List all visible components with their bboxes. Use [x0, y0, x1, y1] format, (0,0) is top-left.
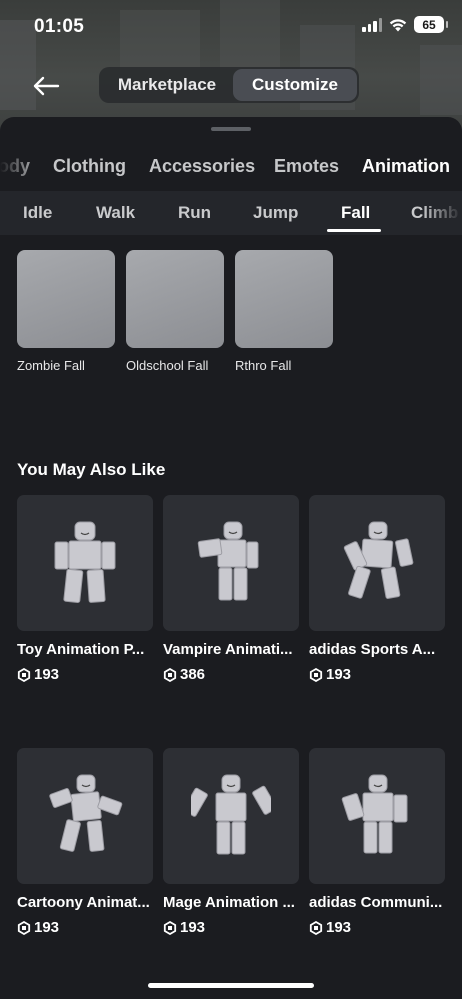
status-bar: 01:05 65 [0, 0, 462, 54]
subtab-run[interactable]: Run [178, 203, 211, 223]
active-subtab-indicator [327, 229, 381, 232]
item-name: adidas Sports A... [309, 641, 436, 658]
tab-customize[interactable]: Customize [233, 69, 357, 101]
item-price: 193 [309, 666, 445, 683]
item-name: adidas Communi... [309, 894, 443, 911]
price-value: 193 [326, 666, 352, 683]
animation-item[interactable]: Zombie Fall [17, 250, 117, 373]
tab-marketplace[interactable]: Marketplace [101, 69, 233, 101]
item-name: Vampire Animati... [163, 641, 293, 658]
status-icons: 65 [362, 16, 448, 33]
subtab-fall[interactable]: Fall [341, 203, 370, 223]
back-arrow-icon [33, 76, 60, 96]
item-price: 193 [17, 919, 153, 936]
price-value: 193 [326, 919, 352, 936]
item-price: 193 [163, 919, 299, 936]
animation-subtabs: Idle Walk Run Jump Fall Climb [0, 191, 462, 235]
tab-accessories[interactable]: Accessories [149, 156, 255, 177]
item-thumbnail [163, 748, 299, 884]
avatar-pose-icon [191, 774, 271, 855]
back-button[interactable] [28, 70, 64, 102]
cellular-signal-icon [362, 17, 382, 32]
home-indicator[interactable] [148, 983, 314, 988]
tab-clothing[interactable]: Clothing [53, 156, 126, 177]
category-tabs: ody Clothing Accessories Emotes Animatio… [0, 143, 462, 191]
item-thumbnail [309, 495, 445, 631]
robux-icon [163, 920, 177, 935]
item-price: 193 [309, 919, 445, 936]
item-thumbnail [163, 495, 299, 631]
price-value: 386 [180, 666, 206, 683]
subtab-idle[interactable]: Idle [23, 203, 52, 223]
recommended-item-card[interactable]: Cartoony Animat... 193 [17, 748, 153, 936]
avatar-pose-icon [197, 521, 259, 601]
battery-icon: 65 [414, 16, 448, 33]
subtab-walk[interactable]: Walk [96, 203, 135, 223]
tab-emotes[interactable]: Emotes [274, 156, 339, 177]
robux-icon [17, 667, 31, 682]
price-value: 193 [34, 919, 60, 936]
item-name: Mage Animation ... [163, 894, 295, 911]
item-thumbnail [309, 748, 445, 884]
animation-thumbnail [126, 250, 224, 348]
recommended-item-card[interactable]: adidas Sports A... 193 [309, 495, 445, 683]
robux-icon [163, 667, 177, 682]
avatar-pose-icon [341, 774, 408, 854]
item-name: Cartoony Animat... [17, 894, 150, 911]
animation-item[interactable]: Rthro Fall [235, 250, 335, 373]
customize-sheet: ody Clothing Accessories Emotes Animatio… [0, 117, 462, 999]
avatar-pose-icon [49, 774, 123, 852]
section-title: You May Also Like [17, 460, 166, 479]
recommended-item-card[interactable]: Vampire Animati... 386 [163, 495, 299, 683]
tab-animation[interactable]: Animation [362, 156, 450, 177]
robux-icon [309, 920, 323, 935]
animation-name: Rthro Fall [235, 358, 292, 373]
wifi-icon [389, 18, 407, 31]
item-thumbnail [17, 495, 153, 631]
avatar-pose-icon [343, 521, 414, 599]
status-time: 01:05 [34, 16, 85, 37]
item-thumbnail [17, 748, 153, 884]
recommended-item-card[interactable]: adidas Communi... 193 [309, 748, 445, 936]
owned-animations-row: Zombie Fall Oldschool Fall Rthro Fall [0, 250, 462, 380]
recommended-item-card[interactable]: Toy Animation P... 193 [17, 495, 153, 683]
sheet-grabber[interactable] [211, 127, 251, 131]
animation-name: Oldschool Fall [126, 358, 209, 373]
animation-thumbnail [17, 250, 115, 348]
animation-thumbnail [235, 250, 333, 348]
recommended-item-card[interactable]: Mage Animation ... 193 [163, 748, 299, 936]
avatar-pose-icon [54, 521, 116, 603]
robux-icon [309, 667, 323, 682]
subtab-jump[interactable]: Jump [253, 203, 298, 223]
item-price: 193 [17, 666, 153, 683]
item-price: 386 [163, 666, 299, 683]
animation-name: Zombie Fall [17, 358, 85, 373]
item-name: Toy Animation P... [17, 641, 145, 658]
price-value: 193 [180, 919, 206, 936]
marketplace-customize-toggle: Marketplace Customize [99, 67, 359, 103]
animation-item[interactable]: Oldschool Fall [126, 250, 226, 373]
price-value: 193 [34, 666, 60, 683]
robux-icon [17, 920, 31, 935]
